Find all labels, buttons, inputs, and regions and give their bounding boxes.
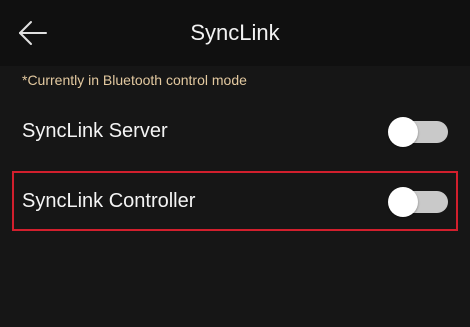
top-bar: SyncLink (0, 0, 470, 66)
toggle-knob (388, 117, 418, 147)
synclink-controller-toggle[interactable] (388, 187, 450, 217)
back-button[interactable] (18, 19, 48, 47)
synclink-server-toggle[interactable] (388, 117, 450, 147)
control-mode-notice: *Currently in Bluetooth control mode (22, 72, 247, 88)
setting-label-synclink-server: SyncLink Server (22, 120, 168, 142)
toggle-knob (388, 187, 418, 217)
page-title: SyncLink (190, 20, 280, 45)
arrow-left-icon (18, 19, 48, 47)
setting-row-synclink-server: SyncLink Server (12, 101, 458, 161)
setting-label-synclink-controller: SyncLink Controller (22, 190, 196, 212)
setting-row-synclink-controller: SyncLink Controller (12, 171, 458, 231)
